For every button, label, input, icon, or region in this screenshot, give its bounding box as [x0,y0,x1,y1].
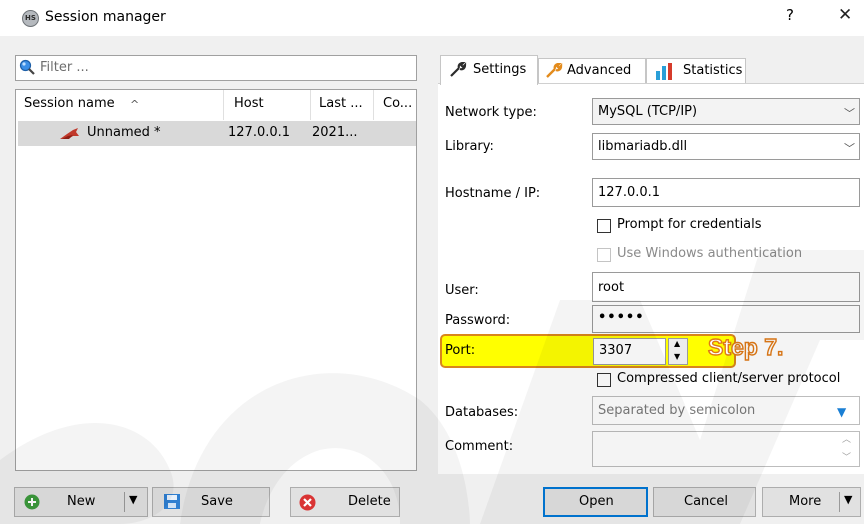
bar-chart-icon [656,63,672,80]
delete-button[interactable]: Delete [290,487,400,517]
sort-ascending-icon: ^ [130,98,140,111]
databases-placeholder: Separated by semicolon [598,403,756,418]
floppy-disk-icon [164,494,180,509]
filter-input[interactable]: Filter ... [15,55,417,81]
open-button[interactable]: Open [543,487,648,517]
library-label: Library: [445,139,494,154]
user-label: User: [445,283,479,298]
wrench-orange-icon [546,63,563,78]
cancel-button-label: Cancel [684,494,729,509]
tab-settings[interactable]: Settings [440,55,538,85]
port-spinner[interactable]: ▲ ▼ [668,338,688,365]
password-input[interactable]: ••••• [592,305,860,333]
session-host-cell: 127.0.0.1 [228,125,291,140]
hostname-value: 127.0.0.1 [598,185,661,200]
dolphin-icon [60,128,79,139]
library-select[interactable]: libmariadb.dll ﹀ [592,133,860,160]
step-annotation: Step 7. [707,333,784,360]
prompt-credentials-checkbox[interactable] [597,219,611,233]
databases-input[interactable]: Separated by semicolon ▼ [592,396,860,425]
tab-advanced[interactable]: Advanced [538,58,646,84]
column-header-session-name[interactable]: Session name [24,96,115,111]
network-type-select[interactable]: MySQL (TCP/IP) ﹀ [592,98,860,125]
hostname-label: Hostname / IP: [445,186,541,201]
column-header-host[interactable]: Host [234,96,264,111]
scroll-down-icon[interactable]: ﹀ [842,450,851,463]
save-button-label: Save [201,494,233,509]
wrench-icon [450,62,467,77]
comment-label: Comment: [445,439,514,454]
session-last-cell: 2021... [312,125,358,140]
search-icon [19,59,35,75]
app-icon: HS [22,10,39,27]
help-button[interactable]: ? [786,6,794,24]
delete-button-label: Delete [348,494,391,509]
tab-statistics-label: Statistics [683,63,743,78]
port-label: Port: [445,343,476,358]
tab-statistics[interactable]: Statistics [646,58,746,84]
user-value: root [598,280,625,295]
windows-auth-label: Use Windows authentication [617,246,803,261]
windows-auth-checkbox[interactable] [597,248,611,262]
spin-up-icon[interactable]: ▲ [674,339,680,348]
column-header-last[interactable]: Last ... [319,96,363,111]
column-header-comment[interactable]: Co... [383,96,412,111]
column-divider [373,90,374,120]
comment-input[interactable]: ︿ ﹀ [592,431,860,467]
tab-settings-label: Settings [473,62,527,77]
column-divider [223,90,224,120]
hostname-input[interactable]: 127.0.0.1 [592,178,860,207]
new-button-label: New [67,494,96,509]
network-type-value: MySQL (TCP/IP) [598,104,698,119]
open-button-label: Open [579,494,614,509]
user-input[interactable]: root [592,272,860,302]
library-value: libmariadb.dll [598,139,688,154]
dropdown-arrow-icon[interactable]: ▼ [837,405,846,419]
network-type-label: Network type: [445,105,537,120]
save-button[interactable]: Save [152,487,270,517]
column-divider [310,90,311,120]
spin-down-icon[interactable]: ▼ [674,352,680,361]
databases-label: Databases: [445,405,519,420]
split-divider [839,492,840,512]
tab-advanced-label: Advanced [567,63,632,78]
title-bar: HS Session manager ? ✕ [0,0,864,36]
close-button[interactable]: ✕ [838,5,852,25]
chevron-down-icon: ﹀ [844,107,855,120]
more-dropdown-icon[interactable]: ▼ [844,493,852,506]
password-value: ••••• [598,310,645,325]
cancel-button[interactable]: Cancel [653,487,756,517]
window-title: Session manager [45,9,166,25]
plus-circle-icon [24,494,40,510]
delete-circle-icon [299,494,316,511]
scroll-up-icon[interactable]: ︿ [842,432,851,445]
chevron-down-icon: ﹀ [844,142,855,155]
more-button[interactable]: More ▼ [762,487,861,517]
port-highlight [440,334,736,368]
port-value: 3307 [599,343,633,358]
compressed-protocol-checkbox[interactable] [597,373,611,387]
new-button[interactable]: New ▼ [14,487,148,517]
session-list[interactable]: Session name ^ Host Last ... Co... Unnam… [15,89,417,471]
password-label: Password: [445,313,511,328]
session-name-cell: Unnamed * [87,125,161,140]
split-divider [124,492,125,512]
compressed-protocol-label: Compressed client/server protocol [617,371,841,386]
port-input[interactable]: 3307 [593,338,666,365]
filter-placeholder: Filter ... [40,60,89,75]
new-dropdown-icon[interactable]: ▼ [129,493,137,506]
more-button-label: More [789,494,822,509]
prompt-credentials-label: Prompt for credentials [617,217,762,232]
